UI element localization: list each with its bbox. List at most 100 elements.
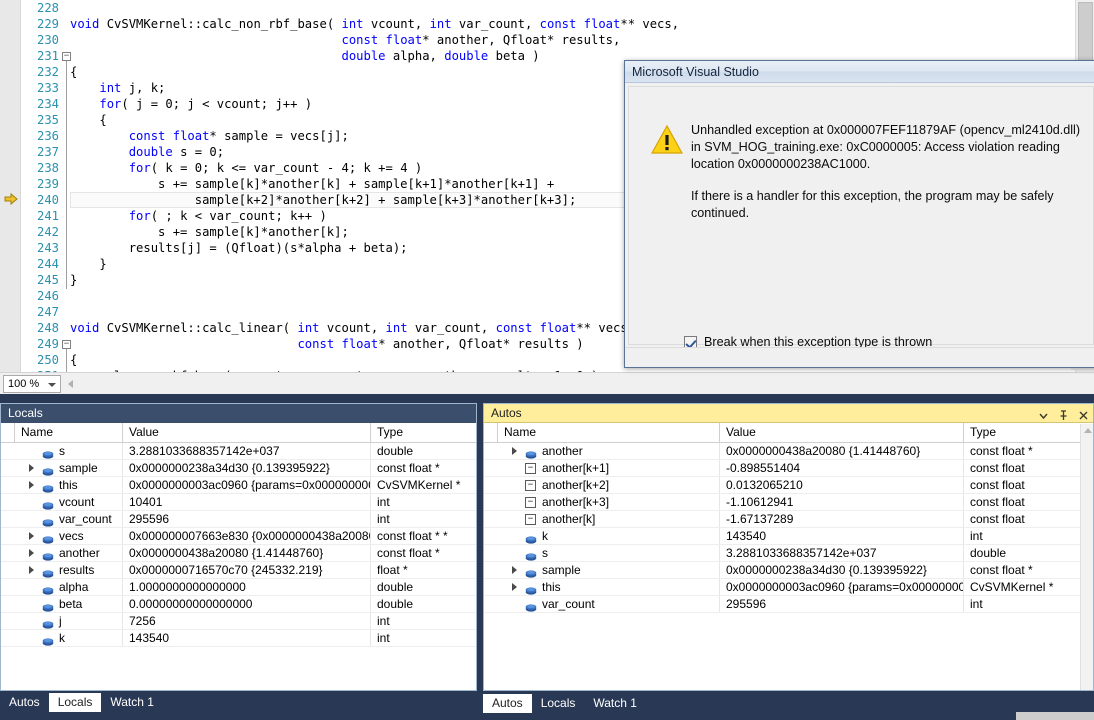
variable-name-cell[interactable]: this (15, 477, 123, 493)
variable-name-cell[interactable]: sample (498, 562, 720, 578)
expand-triangle-icon[interactable] (29, 566, 34, 574)
exception-dialog[interactable]: Microsoft Visual Studio Unhandled except… (624, 60, 1094, 368)
locals-column-type[interactable]: Type (371, 423, 476, 442)
locals-rows-container[interactable]: s 3.2881033688357142e+037 double sample 0x00… (1, 443, 476, 690)
autos-column-type[interactable]: Type (964, 423, 1081, 442)
expand-triangle-icon[interactable] (29, 481, 34, 489)
variable-value-cell[interactable]: 0x000000007663e830 {0x0000000438a20080 {… (123, 528, 371, 544)
variable-name-cell[interactable]: j (15, 613, 123, 629)
expand-triangle-icon[interactable] (512, 566, 517, 574)
variable-value-cell[interactable]: 0x0000000438a20080 {1.41448760} (720, 443, 964, 459)
autos-column-name[interactable]: Name (498, 423, 720, 442)
variable-value-cell[interactable]: -1.67137289 (720, 511, 964, 527)
variable-row[interactable]: another 0x0000000438a20080 {1.41448760} co… (1, 545, 476, 562)
variable-name-cell[interactable]: vecs (15, 528, 123, 544)
code-line[interactable]: 229 void CvSVMKernel::calc_non_rbf_base( … (0, 16, 1075, 32)
variable-name-cell[interactable]: results (15, 562, 123, 578)
variable-row[interactable]: var_count 295596 int (1, 511, 476, 528)
expand-triangle-icon[interactable] (512, 583, 517, 591)
autos-rows-container[interactable]: another 0x0000000438a20080 {1.41448760} co… (484, 443, 1080, 690)
variable-row[interactable]: alpha 1.0000000000000000 double (1, 579, 476, 596)
expand-triangle-icon[interactable] (29, 549, 34, 557)
variable-row[interactable]: var_count 295596 int (484, 596, 1080, 613)
locals-panel[interactable]: Locals Name Value Type s 3.28810336883571… (0, 403, 477, 691)
autos-tabstrip[interactable]: Autos Locals Watch 1 (483, 692, 1016, 713)
expand-triangle-icon[interactable] (29, 532, 34, 540)
variable-name-cell[interactable]: − another[k+2] (498, 477, 720, 493)
autos-panel[interactable]: Autos Name Value Type another 0x00000004… (483, 403, 1094, 691)
variable-value-cell[interactable]: 0x0000000003ac0960 {params=0x0000000000. (720, 579, 964, 595)
variable-name-cell[interactable]: k (498, 528, 720, 544)
autos-column-value[interactable]: Value (720, 423, 964, 442)
horizontal-scroll-left-button[interactable] (64, 376, 78, 392)
variable-name-cell[interactable]: − another[k+3] (498, 494, 720, 510)
locals-column-value[interactable]: Value (123, 423, 371, 442)
variable-row[interactable]: − another[k+2] 0.0132065210 const float (484, 477, 1080, 494)
variable-value-cell[interactable]: 3.2881033688357142e+037 (123, 443, 371, 459)
variable-row[interactable]: s 3.2881033688357142e+037 double (1, 443, 476, 460)
variable-name-cell[interactable]: vcount (15, 494, 123, 510)
variable-name-cell[interactable]: s (15, 443, 123, 459)
expand-triangle-icon[interactable] (512, 447, 517, 455)
variable-row[interactable]: − another[k+1] -0.898551404 const float (484, 460, 1080, 477)
chevron-down-icon[interactable] (1038, 408, 1049, 420)
autos-tab-autos[interactable]: Autos (483, 694, 532, 713)
variable-name-cell[interactable]: sample (15, 460, 123, 476)
variable-value-cell[interactable]: 143540 (123, 630, 371, 646)
variable-value-cell[interactable]: 10401 (123, 494, 371, 510)
pin-icon[interactable] (1058, 408, 1069, 420)
locals-column-name[interactable]: Name (15, 423, 123, 442)
variable-row[interactable]: this 0x0000000003ac0960 {params=0x0000000… (484, 579, 1080, 596)
expand-triangle-icon[interactable] (29, 464, 34, 472)
variable-value-cell[interactable]: 0x0000000716570c70 {245332.219} (123, 562, 371, 578)
code-fold-toggle[interactable]: − (62, 52, 71, 61)
variable-row[interactable]: results 0x0000000716570c70 {245332.219} fl… (1, 562, 476, 579)
variable-name-cell[interactable]: var_count (15, 511, 123, 527)
variable-value-cell[interactable]: 143540 (720, 528, 964, 544)
variable-value-cell[interactable]: 0.0132065210 (720, 477, 964, 493)
code-line[interactable]: 230 const float* another, Qfloat* result… (0, 32, 1075, 48)
variable-name-cell[interactable]: another (15, 545, 123, 561)
variable-name-cell[interactable]: this (498, 579, 720, 595)
variable-value-cell[interactable]: 0x0000000003ac0960 {params=0x00000000002… (123, 477, 371, 493)
locals-tab-watch-1[interactable]: Watch 1 (101, 693, 163, 712)
variable-name-cell[interactable]: beta (15, 596, 123, 612)
variable-row[interactable]: j 7256 int (1, 613, 476, 630)
variable-row[interactable]: another 0x0000000438a20080 {1.41448760} co… (484, 443, 1080, 460)
variable-row[interactable]: sample 0x0000000238a34d30 {0.139395922} co… (1, 460, 476, 477)
variable-value-cell[interactable]: -0.898551404 (720, 460, 964, 476)
editor-horizontal-scrollbar[interactable] (78, 375, 1094, 393)
variable-row[interactable]: k 143540 int (484, 528, 1080, 545)
zoom-level-dropdown[interactable]: 100 % (3, 375, 61, 393)
dialog-titlebar[interactable]: Microsoft Visual Studio (625, 61, 1094, 83)
variable-row[interactable]: vecs 0x000000007663e830 {0x0000000438a200… (1, 528, 476, 545)
variable-value-cell[interactable]: 0x0000000238a34d30 {0.139395922} (720, 562, 964, 578)
variable-value-cell[interactable]: 0.00000000000000000 (123, 596, 371, 612)
variable-name-cell[interactable]: − another[k] (498, 511, 720, 527)
variable-value-cell[interactable]: 0x0000000438a20080 {1.41448760} (123, 545, 371, 561)
variable-name-cell[interactable]: − another[k+1] (498, 460, 720, 476)
close-icon[interactable] (1078, 408, 1089, 420)
variable-row[interactable]: k 143540 int (1, 630, 476, 647)
autos-tab-watch-1[interactable]: Watch 1 (584, 694, 646, 713)
variable-row[interactable]: beta 0.00000000000000000 double (1, 596, 476, 613)
variable-value-cell[interactable]: 3.2881033688357142e+037 (720, 545, 964, 561)
code-fold-toggle[interactable]: − (62, 340, 71, 349)
variable-row[interactable]: sample 0x0000000238a34d30 {0.139395922} co… (484, 562, 1080, 579)
locals-tab-locals[interactable]: Locals (48, 693, 102, 712)
variable-value-cell[interactable]: 1.0000000000000000 (123, 579, 371, 595)
variable-row[interactable]: vcount 10401 int (1, 494, 476, 511)
code-line[interactable]: 228 (0, 0, 1075, 16)
variable-value-cell[interactable]: 7256 (123, 613, 371, 629)
variable-name-cell[interactable]: var_count (498, 596, 720, 612)
variable-row[interactable]: − another[k] -1.67137289 const float (484, 511, 1080, 528)
locals-tabstrip[interactable]: Autos Locals Watch 1 (0, 691, 477, 712)
variable-name-cell[interactable]: k (15, 630, 123, 646)
variable-value-cell[interactable]: -1.10612941 (720, 494, 964, 510)
variable-row[interactable]: s 3.2881033688357142e+037 double (484, 545, 1080, 562)
variable-name-cell[interactable]: s (498, 545, 720, 561)
locals-tab-autos[interactable]: Autos (0, 693, 49, 712)
variable-value-cell[interactable]: 295596 (123, 511, 371, 527)
variable-value-cell[interactable]: 0x0000000238a34d30 {0.139395922} (123, 460, 371, 476)
variable-row[interactable]: − another[k+3] -1.10612941 const float (484, 494, 1080, 511)
